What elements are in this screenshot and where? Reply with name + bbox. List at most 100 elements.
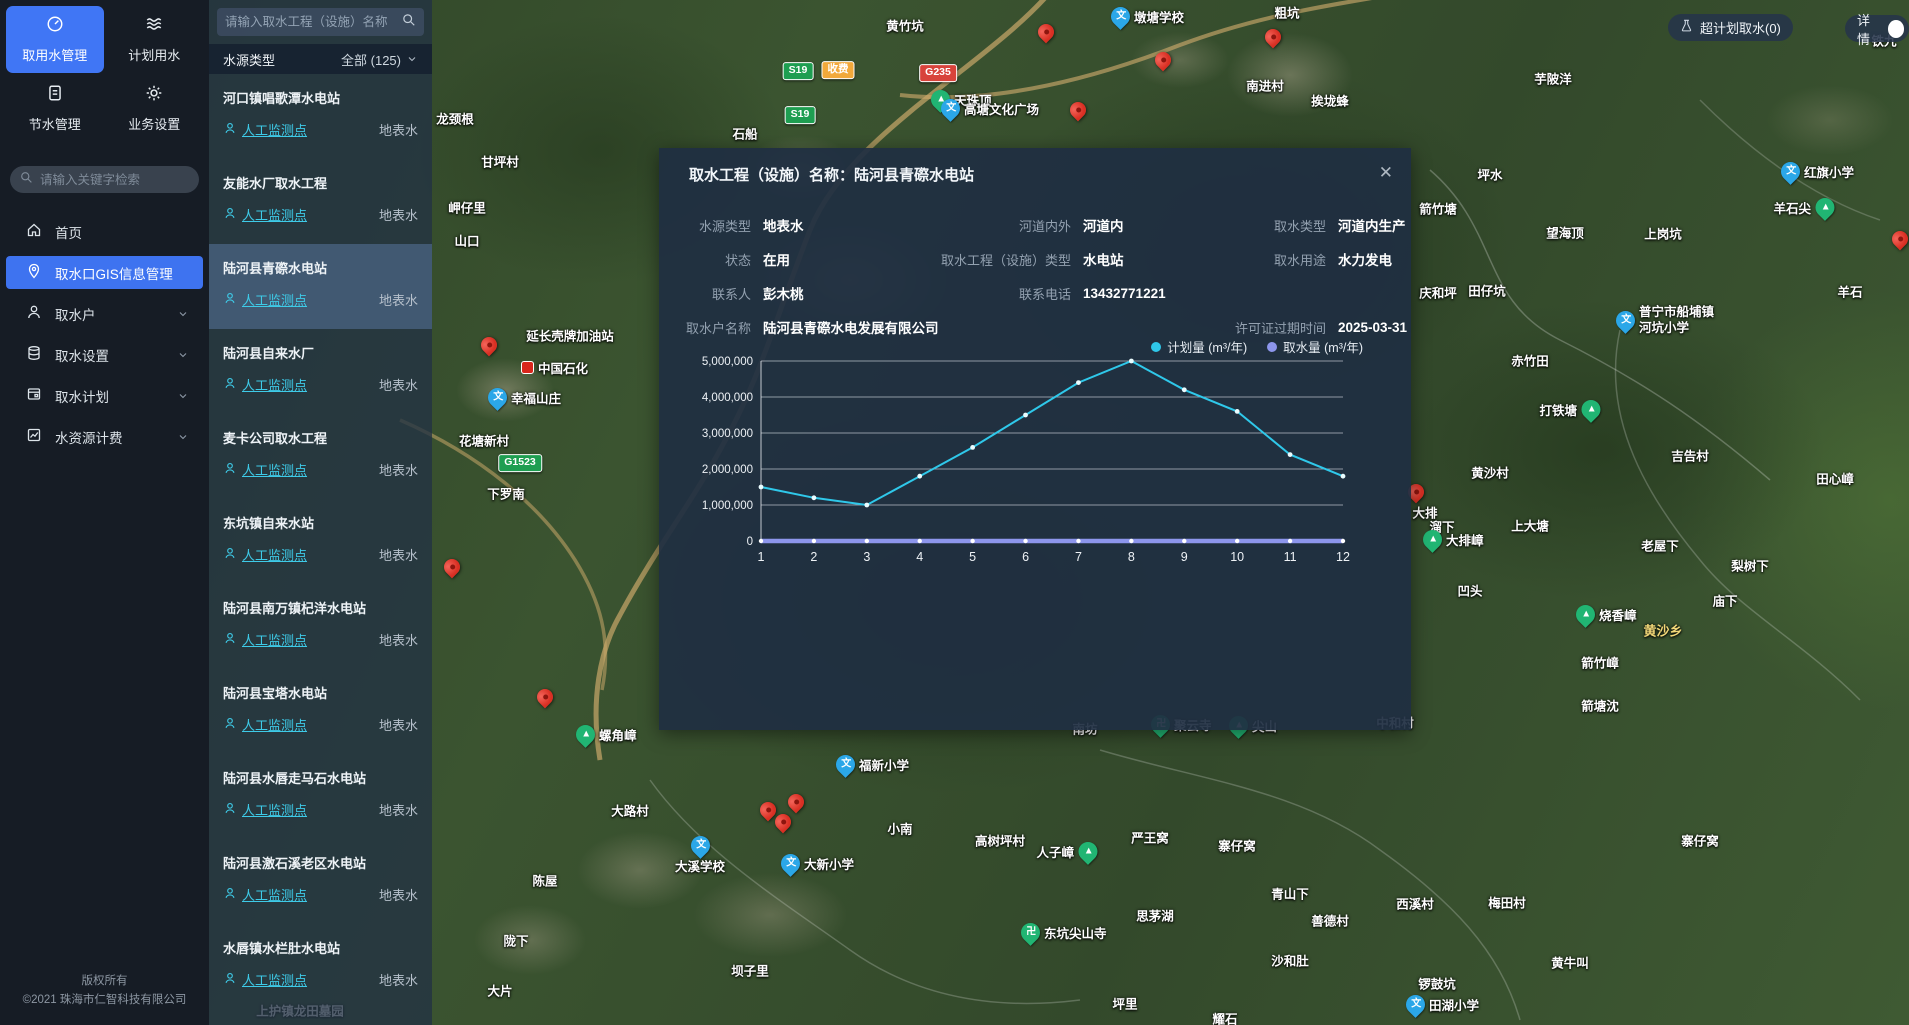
map-poi[interactable]: ▲烧香嶂 (1576, 605, 1637, 624)
map-pin-red[interactable] (785, 791, 808, 814)
svg-text:1: 1 (758, 550, 765, 564)
map-pin-red[interactable] (1889, 228, 1909, 251)
legend-item[interactable]: 计划量 (m³/年) (1151, 337, 1247, 356)
map-poi[interactable]: 文田湖小学 (1406, 995, 1479, 1014)
sidebar-item-水资源计费[interactable]: 水资源计费 (6, 420, 203, 453)
station-list-item[interactable]: 陆河县宝塔水电站人工监测点地表水 (209, 669, 432, 754)
field-label: 许可证过期时间 (1213, 318, 1338, 337)
map-poi[interactable]: 卍东坑尖山寺 (1021, 923, 1107, 942)
map-label: 芋陂洋 (1534, 69, 1572, 88)
map-label: 陈屋 (532, 871, 557, 890)
sidebar-item-取水户[interactable]: 取水户 (6, 297, 203, 330)
toggle-knob[interactable] (1888, 20, 1904, 38)
over-plan-intake-button[interactable]: 超计划取水(0) (1668, 14, 1793, 41)
station-list-item[interactable]: 陆河县自来水厂人工监测点地表水 (209, 329, 432, 414)
monitor-point-link[interactable]: 人工监测点 (223, 290, 307, 309)
map-poi[interactable]: 文红旗小学 (1781, 162, 1854, 181)
map-poi[interactable]: 中国石化 (521, 358, 588, 377)
map-label: 陇下 (503, 931, 528, 950)
app-tile-业务设置[interactable]: 业务设置 (106, 75, 204, 142)
water-source-value: 地表水 (379, 715, 418, 734)
field-label: 联系人 (683, 284, 763, 303)
map-poi[interactable]: 文墩塘学校 (1111, 7, 1184, 26)
map-pin-red[interactable] (1067, 99, 1090, 122)
map-poi[interactable]: 文幸福山庄 (488, 388, 561, 407)
map-pin-red[interactable] (534, 686, 557, 709)
field-value: 在用 (763, 249, 913, 269)
station-name: 友能水厂取水工程 (223, 173, 418, 192)
field-label: 取水工程（设施）类型 (913, 250, 1083, 269)
monitor-point-link[interactable]: 人工监测点 (223, 120, 307, 139)
map-label: 黄竹坑 (886, 16, 924, 35)
mountain-pin-icon: ▲ (1074, 838, 1101, 865)
app-tile-计划用水[interactable]: 计划用水 (106, 6, 204, 73)
field-value: 河道内 (1083, 215, 1213, 235)
station-sub-row: 人工监测点 地表水 (223, 375, 418, 394)
monitor-point-link[interactable]: 人工监测点 (223, 800, 307, 819)
sidebar-search-input[interactable] (40, 173, 190, 187)
chevron-down-icon (177, 308, 189, 320)
sidebar-item-首页[interactable]: 首页 (6, 215, 203, 248)
monitor-point-label: 人工监测点 (242, 715, 307, 734)
map-poi[interactable]: ▲羊石尖 (1773, 198, 1834, 217)
map-label: 寨仔窝 (1218, 836, 1256, 855)
water-source-value: 地表水 (379, 375, 418, 394)
station-list-item[interactable]: 陆河县水唇走马石水电站人工监测点地表水 (209, 754, 432, 839)
usage-chart: 计划量 (m³/年)取水量 (m³/年) 01,000,0002,000,000… (671, 341, 1401, 582)
map-pin-red[interactable] (478, 334, 501, 357)
map-label: 田心嶂 (1816, 469, 1854, 488)
map-poi[interactable]: 文大新小学 (781, 854, 854, 873)
monitor-point-link[interactable]: 人工监测点 (223, 630, 307, 649)
filter-dropdown[interactable]: 全部 (125) (341, 50, 418, 69)
legend-item[interactable]: 取水量 (m³/年) (1267, 337, 1363, 356)
sidebar-item-取水计划[interactable]: 取水计划 (6, 379, 203, 412)
map-label: 庆和坪 (1419, 283, 1457, 302)
map-pin-red[interactable] (1035, 21, 1058, 44)
close-icon[interactable]: ✕ (1379, 164, 1393, 181)
map-label: 箭塘沈 (1581, 696, 1619, 715)
monitor-point-link[interactable]: 人工监测点 (223, 545, 307, 564)
station-list-item[interactable]: 麦卡公司取水工程人工监测点地表水 (209, 414, 432, 499)
flask-icon (1680, 19, 1693, 36)
map-poi-label: 大排嶂 (1446, 530, 1484, 549)
monitor-point-link[interactable]: 人工监测点 (223, 460, 307, 479)
app-tile-节水管理[interactable]: 节水管理 (6, 75, 104, 142)
map-poi[interactable]: 文普宁市船埔镇河坑小学 (1616, 305, 1714, 336)
station-list-item[interactable]: 陆河县青磜水电站人工监测点地表水 (209, 244, 432, 329)
monitor-point-link[interactable]: 人工监测点 (223, 715, 307, 734)
map-pin-red[interactable] (441, 556, 464, 579)
station-list-item[interactable]: 陆河县南万镇杞洋水电站人工监测点地表水 (209, 584, 432, 669)
monitor-point-link[interactable]: 人工监测点 (223, 205, 307, 224)
map-pin-red[interactable] (1152, 49, 1175, 72)
map-poi[interactable]: 文福新小学 (836, 755, 909, 774)
map-label: 田仔坑 (1468, 281, 1506, 300)
search-icon[interactable] (402, 13, 416, 32)
map-poi[interactable]: 文大溪学校 (675, 836, 725, 875)
map-pin-red[interactable] (1262, 26, 1285, 49)
station-list-item[interactable]: 陆河县激石溪老区水电站人工监测点地表水 (209, 839, 432, 924)
monitor-point-link[interactable]: 人工监测点 (223, 375, 307, 394)
road-shield: G235 (919, 64, 957, 82)
map-label: 箭竹嶂 (1581, 653, 1619, 672)
sidebar-item-取水口GIS信息管理[interactable]: 取水口GIS信息管理 (6, 256, 203, 289)
map-poi-label: 大新小学 (804, 854, 854, 873)
map-poi[interactable]: ▲打铁塘 (1539, 400, 1600, 419)
map-poi[interactable]: ▲螺角嶂 (576, 725, 637, 744)
app-tile-取用水管理[interactable]: 取用水管理 (6, 6, 104, 73)
detail-toggle[interactable]: 详情 (1845, 15, 1909, 42)
station-list-item[interactable]: 水唇镇水栏肚水电站人工监测点地表水 (209, 924, 432, 1009)
sidebar-item-取水设置[interactable]: 取水设置 (6, 338, 203, 371)
station-list-item[interactable]: 友能水厂取水工程人工监测点地表水 (209, 159, 432, 244)
station-search-input[interactable] (225, 15, 396, 29)
monitor-point-link[interactable]: 人工监测点 (223, 970, 307, 989)
map-poi[interactable]: 文高塘文化广场 (941, 99, 1039, 118)
svg-text:12: 12 (1336, 550, 1350, 564)
filter-value: 全部 (125) (341, 50, 401, 69)
monitor-point-link[interactable]: 人工监测点 (223, 885, 307, 904)
svg-text:10: 10 (1230, 550, 1244, 564)
school-pin-icon: 文 (1402, 991, 1429, 1018)
map-poi[interactable]: ▲人子嶂 (1036, 842, 1097, 861)
station-list-item[interactable]: 河口镇唱歌潭水电站人工监测点地表水 (209, 74, 432, 159)
map-poi[interactable]: ▲大排嶂 (1423, 530, 1484, 549)
station-list-item[interactable]: 东坑镇自来水站人工监测点地表水 (209, 499, 432, 584)
